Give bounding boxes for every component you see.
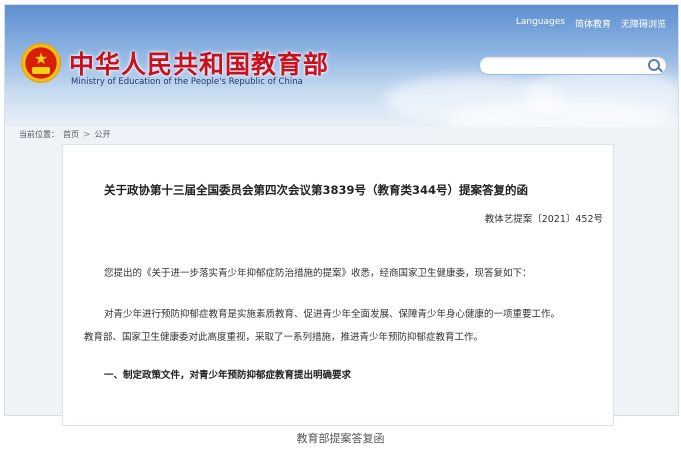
breadcrumb-home[interactable]: 首页: [63, 129, 79, 140]
breadcrumb-prefix: 当前位置：: [19, 130, 59, 139]
breadcrumb-public[interactable]: 公开: [95, 129, 111, 140]
document-title: 关于政协第十三届全国委员会第四次会议第3839号（教育类344号）提案答复的函: [104, 183, 529, 197]
image-caption: 教育部提案答复函: [296, 432, 385, 445]
search-icon[interactable]: [648, 59, 660, 71]
accessibility-link[interactable]: 无障碍浏览: [621, 17, 666, 30]
document-number: 教体艺提案〔2021〕452号: [484, 214, 603, 225]
section-heading-1: 一、制定政策文件，对青少年预防抑郁症教育提出明确要求: [104, 370, 352, 381]
breadcrumb: 当前位置： 首页 > 公开: [19, 129, 111, 140]
paragraph-2-line-1: 对青少年进行预防抑郁症教育是实施素质教育、促进青少年全面发展、保障青少年身心健康…: [104, 309, 561, 320]
paragraph-2-line-2: 教育部、国家卫生健康委对此高度重视，采取了一系列措施，推进青少年预防抑郁症教育工…: [84, 332, 484, 343]
site-subtitle: Ministry of Education of the People's Re…: [71, 77, 303, 87]
search-input[interactable]: [479, 56, 667, 75]
breadcrumb-separator: >: [83, 129, 91, 140]
site-title[interactable]: 中华人民共和国教育部: [69, 45, 329, 81]
languages-link[interactable]: Languages: [516, 17, 565, 30]
paragraph-1: 您提出的《关于进一步落实青少年抑郁症防治措施的提案》收悉，经商国家卫生健康委，现…: [104, 268, 532, 279]
national-emblem-icon[interactable]: ★: [21, 43, 61, 83]
simplified-link[interactable]: 简体教育: [575, 17, 611, 30]
top-links: Languages 简体教育 无障碍浏览: [516, 17, 666, 30]
site-header: Languages 简体教育 无障碍浏览 ★ 中华人民共和国教育部 Minist…: [5, 5, 678, 127]
